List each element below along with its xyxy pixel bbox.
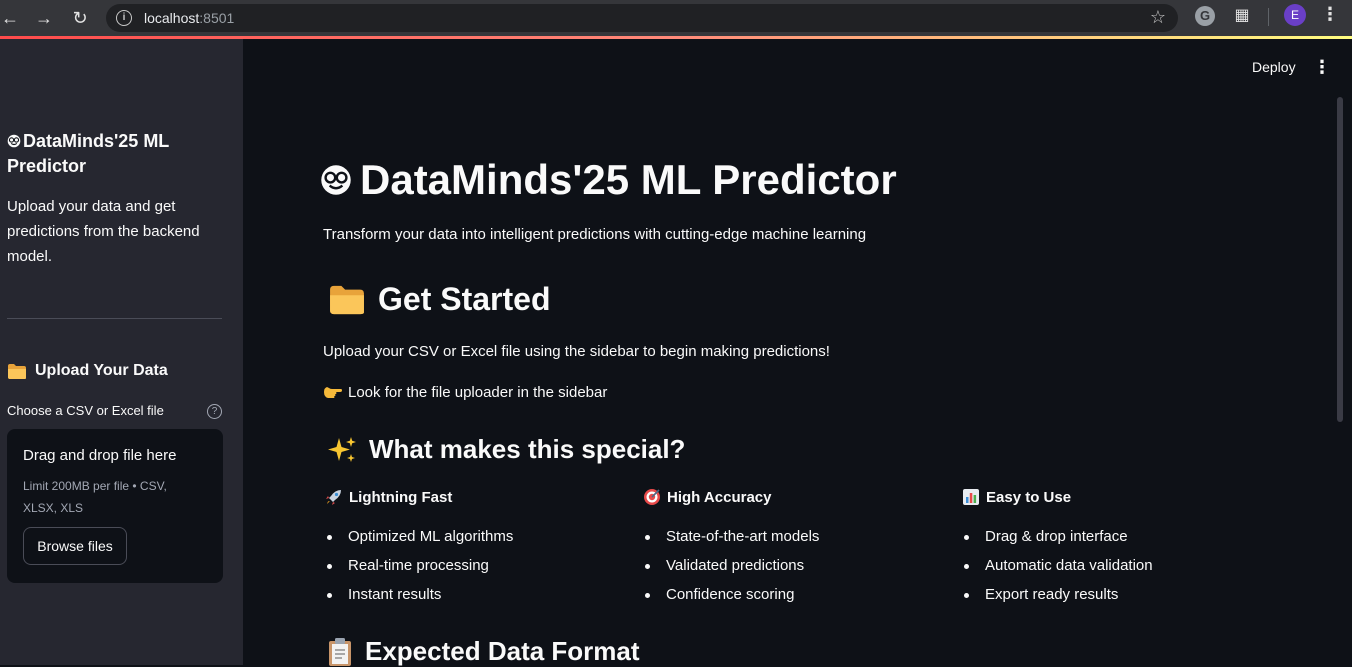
special-heading-text: What makes this special?: [369, 434, 686, 464]
deploy-button[interactable]: Deploy: [1252, 59, 1296, 75]
list-item: Drag & drop interface: [962, 527, 1153, 556]
list-item: Validated predictions: [643, 556, 819, 585]
toolbar-divider: [1268, 8, 1269, 26]
browser-toolbar: ← → ↻ i localhost:8501 ☆ G ▦ E ⋮: [0, 0, 1352, 36]
sidebar-title: DataMinds'25 ML Predictor: [7, 129, 227, 179]
feature-title-fast-text: Lightning Fast: [349, 488, 453, 506]
profile-avatar[interactable]: E: [1284, 4, 1306, 26]
site-info-icon[interactable]: i: [116, 10, 132, 26]
get-started-heading-text: Get Started: [378, 281, 551, 317]
bookmark-star-icon[interactable]: ☆: [1150, 7, 1166, 28]
sidebar-title-text: DataMinds'25 ML Predictor: [7, 131, 169, 176]
feature-column-easy: Easy to Use Drag & drop interface Automa…: [962, 487, 1262, 603]
url-port: :8501: [199, 10, 235, 26]
feature-title-easy-text: Easy to Use: [986, 488, 1072, 506]
folder-icon: [8, 363, 26, 379]
feature-column-accuracy: High Accuracy State-of-the-art models Va…: [643, 487, 943, 603]
sidebar-description: Upload your data and get predictions fro…: [7, 198, 200, 265]
list-item: Confidence scoring: [643, 585, 819, 614]
pointing-hand-icon: [324, 387, 342, 398]
upload-instruction: Upload your CSV or Excel file using the …: [323, 343, 830, 360]
file-dropzone[interactable]: Drag and drop file here Limit 200MB per …: [7, 429, 223, 583]
clipboard-icon: [329, 637, 351, 666]
google-extension-icon[interactable]: G: [1195, 6, 1215, 26]
dropzone-title: Drag and drop file here: [23, 447, 177, 464]
forward-arrow-icon[interactable]: →: [30, 4, 58, 32]
help-question-icon[interactable]: ?: [207, 404, 222, 419]
list-item: State-of-the-art models: [643, 527, 819, 556]
feature-title-accuracy: High Accuracy: [643, 487, 943, 507]
address-bar[interactable]: i localhost:8501 ☆: [106, 4, 1178, 32]
reload-icon[interactable]: ↻: [66, 4, 94, 32]
list-item: Real-time processing: [325, 556, 513, 585]
sparkles-icon: [328, 436, 356, 462]
data-format-heading-text: Expected Data Format: [365, 636, 640, 666]
page-tagline: Transform your data into intelligent pre…: [323, 226, 867, 243]
feature-title-accuracy-text: High Accuracy: [667, 488, 772, 506]
data-format-heading: Expected Data Format: [327, 636, 640, 667]
upload-heading-text: Upload Your Data: [35, 362, 168, 379]
dropzone-limit: Limit 200MB per file • CSV, XLSX, XLS: [23, 479, 167, 515]
file-uploader-label: Choose a CSV or Excel file: [7, 403, 164, 418]
app-menu-icon[interactable]: ⋮: [1313, 57, 1331, 79]
feature-title-fast: Lightning Fast: [325, 487, 625, 507]
upload-heading: Upload Your Data: [7, 362, 168, 380]
nerd-face-icon: [7, 134, 21, 148]
bar-chart-icon: [963, 489, 979, 505]
sidebar: DataMinds'25 ML Predictor Upload your da…: [0, 39, 243, 665]
feature-list-fast: Optimized ML algorithms Real-time proces…: [325, 527, 513, 614]
get-started-heading: Get Started: [328, 281, 550, 318]
page-title: DataMinds'25 ML Predictor: [320, 156, 897, 204]
sidebar-divider: [7, 318, 222, 319]
look-hint-text: Look for the file uploader in the sideba…: [348, 384, 608, 401]
back-arrow-icon[interactable]: ←: [0, 4, 24, 32]
main-content: Deploy ⋮ DataMinds'25 ML Predictor Trans…: [243, 39, 1352, 667]
main-scrollbar[interactable]: [1337, 97, 1343, 422]
nerd-face-icon: [321, 165, 351, 195]
rocket-icon: [326, 490, 341, 505]
address-url: localhost:8501: [144, 10, 234, 26]
browse-files-button[interactable]: Browse files: [23, 527, 127, 565]
list-item: Instant results: [325, 585, 513, 614]
list-item: Automatic data validation: [962, 556, 1153, 585]
browser-menu-icon[interactable]: ⋮: [1320, 4, 1340, 28]
extensions-puzzle-icon[interactable]: ▦: [1232, 5, 1252, 27]
feature-column-fast: Lightning Fast Optimized ML algorithms R…: [325, 487, 625, 603]
look-hint: Look for the file uploader in the sideba…: [323, 384, 607, 401]
list-item: Export ready results: [962, 585, 1153, 614]
url-host: localhost: [144, 10, 200, 26]
feature-list-accuracy: State-of-the-art models Validated predic…: [643, 527, 819, 614]
feature-title-easy: Easy to Use: [962, 487, 1262, 507]
page-title-text: DataMinds'25 ML Predictor: [360, 156, 897, 203]
folder-icon: [330, 285, 364, 314]
special-heading: What makes this special?: [327, 434, 685, 465]
feature-list-easy: Drag & drop interface Automatic data val…: [962, 527, 1153, 614]
target-icon: [644, 489, 660, 505]
list-item: Optimized ML algorithms: [325, 527, 513, 556]
